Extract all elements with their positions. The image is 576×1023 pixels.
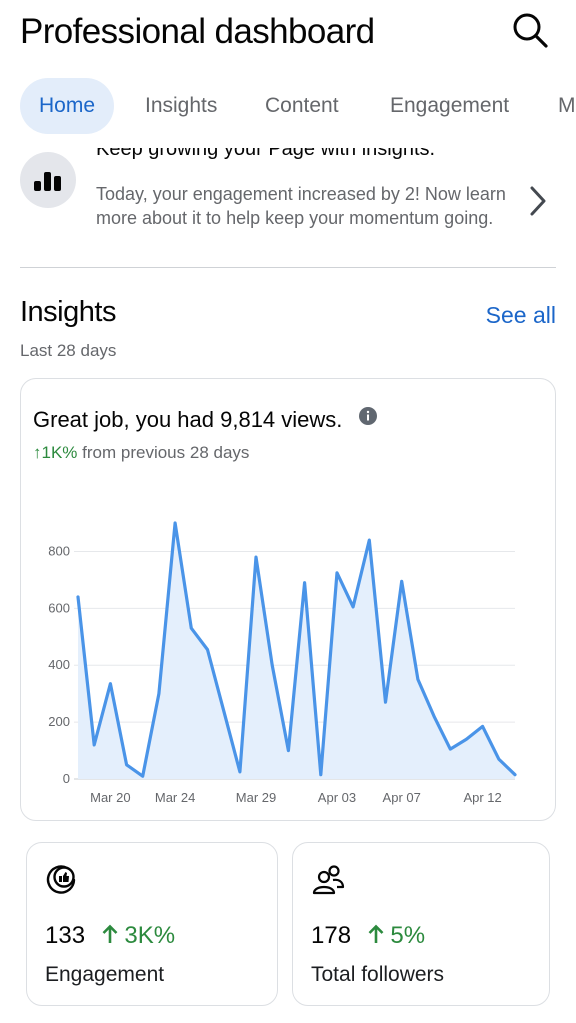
tab-home[interactable]: Home [20, 78, 115, 134]
views-delta: ↑1K% [33, 443, 78, 462]
y-tick-label: 0 [63, 771, 70, 786]
page-title: Professional dashboard [20, 12, 375, 51]
engagement-value-row: 133 3K% [45, 922, 175, 950]
tab-insights[interactable]: Insights [145, 78, 217, 134]
tab-engagement[interactable]: Engagement [390, 78, 509, 134]
tip-icon-container [20, 152, 76, 208]
views-summary-row: Great job, you had 9,814 views. [33, 407, 377, 433]
see-all-link[interactable]: See all [486, 302, 556, 329]
views-card[interactable]: Great job, you had 9,814 views. ↑1K% fro… [20, 378, 556, 821]
x-tick-label: Mar 29 [236, 790, 276, 805]
tip-body: Today, your engagement increased by 2! N… [96, 184, 506, 228]
engagement-stat-card[interactable]: 133 3K% Engagement [26, 842, 278, 1006]
engagement-icon [46, 865, 76, 894]
y-tick-label: 600 [48, 600, 70, 615]
header: Professional dashboard [20, 8, 556, 54]
followers-delta-row: 5% [368, 922, 425, 949]
x-tick-label: Mar 24 [155, 790, 195, 805]
engagement-label: Engagement [45, 963, 165, 986]
search-icon[interactable] [510, 10, 550, 50]
followers-value: 178 [311, 922, 352, 949]
x-tick-label: Apr 03 [318, 790, 356, 805]
insights-heading: Insights [20, 296, 116, 328]
engagement-delta: 3K% [124, 922, 176, 949]
y-tick-label: 800 [48, 543, 70, 558]
followers-label: Total followers [311, 963, 445, 986]
x-tick-label: Mar 20 [90, 790, 130, 805]
insights-tip-card[interactable]: Keep growing your Page with insights. To… [20, 148, 556, 268]
followers-icon [312, 865, 345, 895]
arrow-up-icon [102, 924, 118, 943]
chevron-right-icon[interactable] [526, 184, 550, 218]
tab-more[interactable]: M [558, 78, 576, 134]
views-chart: 0 200 400 600 800 Mar 20 Mar 24 Mar 29 Apr 03 Apr… [48, 521, 517, 805]
info-icon[interactable] [358, 407, 377, 425]
x-tick-label: Apr 07 [383, 790, 421, 805]
y-tick-label: 400 [48, 657, 70, 672]
insights-period: Last 28 days [20, 341, 117, 360]
x-tick-label: Apr 12 [463, 790, 501, 805]
views-summary: Great job, you had 9,814 views. [33, 407, 343, 432]
search-button[interactable] [510, 10, 550, 50]
tab-bar: Home Insights Content Engagement M [20, 78, 576, 136]
tip-title: Keep growing your Page with insights. [96, 148, 436, 160]
followers-stat-card[interactable]: 178 5% Total followers [292, 842, 550, 1006]
engagement-value: 133 [45, 922, 86, 949]
followers-value-row: 178 5% [311, 922, 425, 950]
arrow-up-icon [368, 924, 384, 943]
views-delta-suffix: from previous 28 days [82, 443, 250, 462]
views-delta-row: ↑1K% from previous 28 days [33, 443, 249, 463]
tab-content[interactable]: Content [265, 78, 339, 134]
y-tick-label: 200 [48, 714, 70, 729]
engagement-delta-row: 3K% [102, 922, 175, 949]
bar-chart-icon [34, 172, 61, 191]
followers-delta: 5% [390, 922, 426, 949]
